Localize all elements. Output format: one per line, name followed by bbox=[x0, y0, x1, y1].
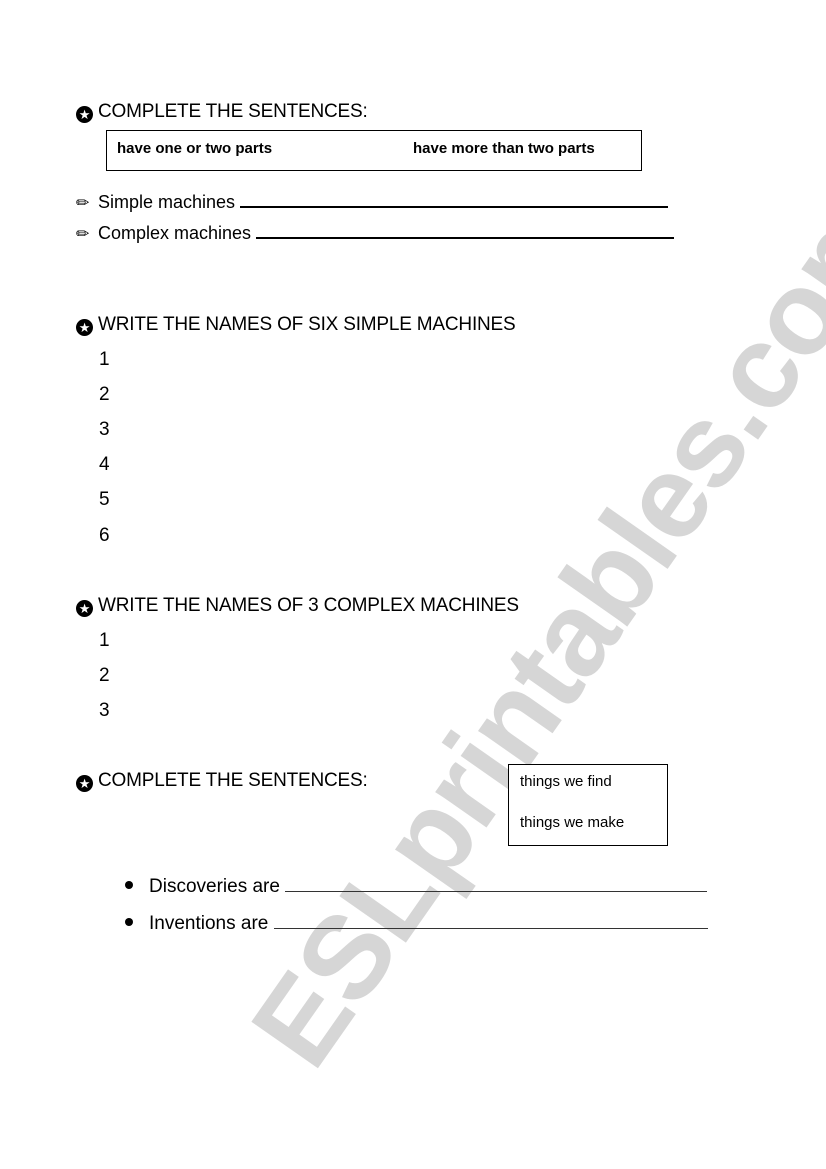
pencil-icon: ✏ bbox=[76, 226, 90, 243]
star-circle-icon: ★ bbox=[76, 106, 93, 123]
word-box-2: things we find things we make bbox=[508, 764, 668, 846]
list-number: 4 bbox=[99, 454, 110, 475]
section1-heading-text: COMPLETE THE SENTENCES: bbox=[98, 101, 368, 122]
list-number: 3 bbox=[99, 700, 110, 721]
answer-blank[interactable] bbox=[273, 914, 708, 929]
worksheet-page: ESLprintables.com ★ COMPLETE THE SENTENCE… bbox=[0, 0, 826, 1169]
sentence-label: Complex machines bbox=[98, 223, 252, 243]
list-number: 2 bbox=[99, 384, 110, 405]
sentence-complex-machines: ✏ Complex machines bbox=[76, 223, 675, 244]
star-circle-icon: ★ bbox=[76, 600, 93, 617]
answer-blank[interactable] bbox=[256, 223, 675, 239]
sentence-label: Discoveries are bbox=[149, 876, 280, 897]
word-box-1: have one or two parts have more than two… bbox=[106, 130, 642, 171]
sentence-inventions: Inventions are bbox=[125, 913, 708, 935]
star-circle-icon: ★ bbox=[76, 775, 93, 792]
list-number: 1 bbox=[99, 349, 110, 370]
section3-heading: ★ WRITE THE NAMES OF 3 COMPLEX MACHINES bbox=[76, 595, 519, 617]
word-box-item: have one or two parts bbox=[117, 140, 273, 157]
word-box-item: things we make bbox=[520, 814, 625, 831]
section1-heading: ★ COMPLETE THE SENTENCES: bbox=[76, 101, 368, 123]
section2-heading-text: WRITE THE NAMES OF SIX SIMPLE MACHINES bbox=[98, 314, 516, 335]
sentence-label: Inventions are bbox=[149, 913, 269, 934]
word-box-item: have more than two parts bbox=[413, 140, 595, 157]
star-circle-icon: ★ bbox=[76, 319, 93, 336]
bullet-icon bbox=[125, 918, 133, 926]
sentence-simple-machines: ✏ Simple machines bbox=[76, 192, 669, 213]
answer-blank[interactable] bbox=[240, 192, 669, 208]
section2-heading: ★ WRITE THE NAMES OF SIX SIMPLE MACHINES bbox=[76, 314, 516, 336]
section3-heading-text: WRITE THE NAMES OF 3 COMPLEX MACHINES bbox=[98, 595, 519, 616]
answer-blank[interactable] bbox=[285, 877, 708, 892]
word-box-item: things we find bbox=[520, 773, 612, 790]
sentence-discoveries: Discoveries are bbox=[125, 876, 708, 898]
list-number: 5 bbox=[99, 489, 110, 510]
bullet-icon bbox=[125, 881, 133, 889]
sentence-label: Simple machines bbox=[98, 192, 236, 212]
section4-heading-text: COMPLETE THE SENTENCES: bbox=[98, 770, 368, 791]
pencil-icon: ✏ bbox=[76, 195, 90, 212]
list-number: 2 bbox=[99, 665, 110, 686]
list-number: 1 bbox=[99, 630, 110, 651]
list-number: 6 bbox=[99, 525, 110, 546]
list-number: 3 bbox=[99, 419, 110, 440]
section4-heading: ★ COMPLETE THE SENTENCES: bbox=[76, 770, 368, 792]
